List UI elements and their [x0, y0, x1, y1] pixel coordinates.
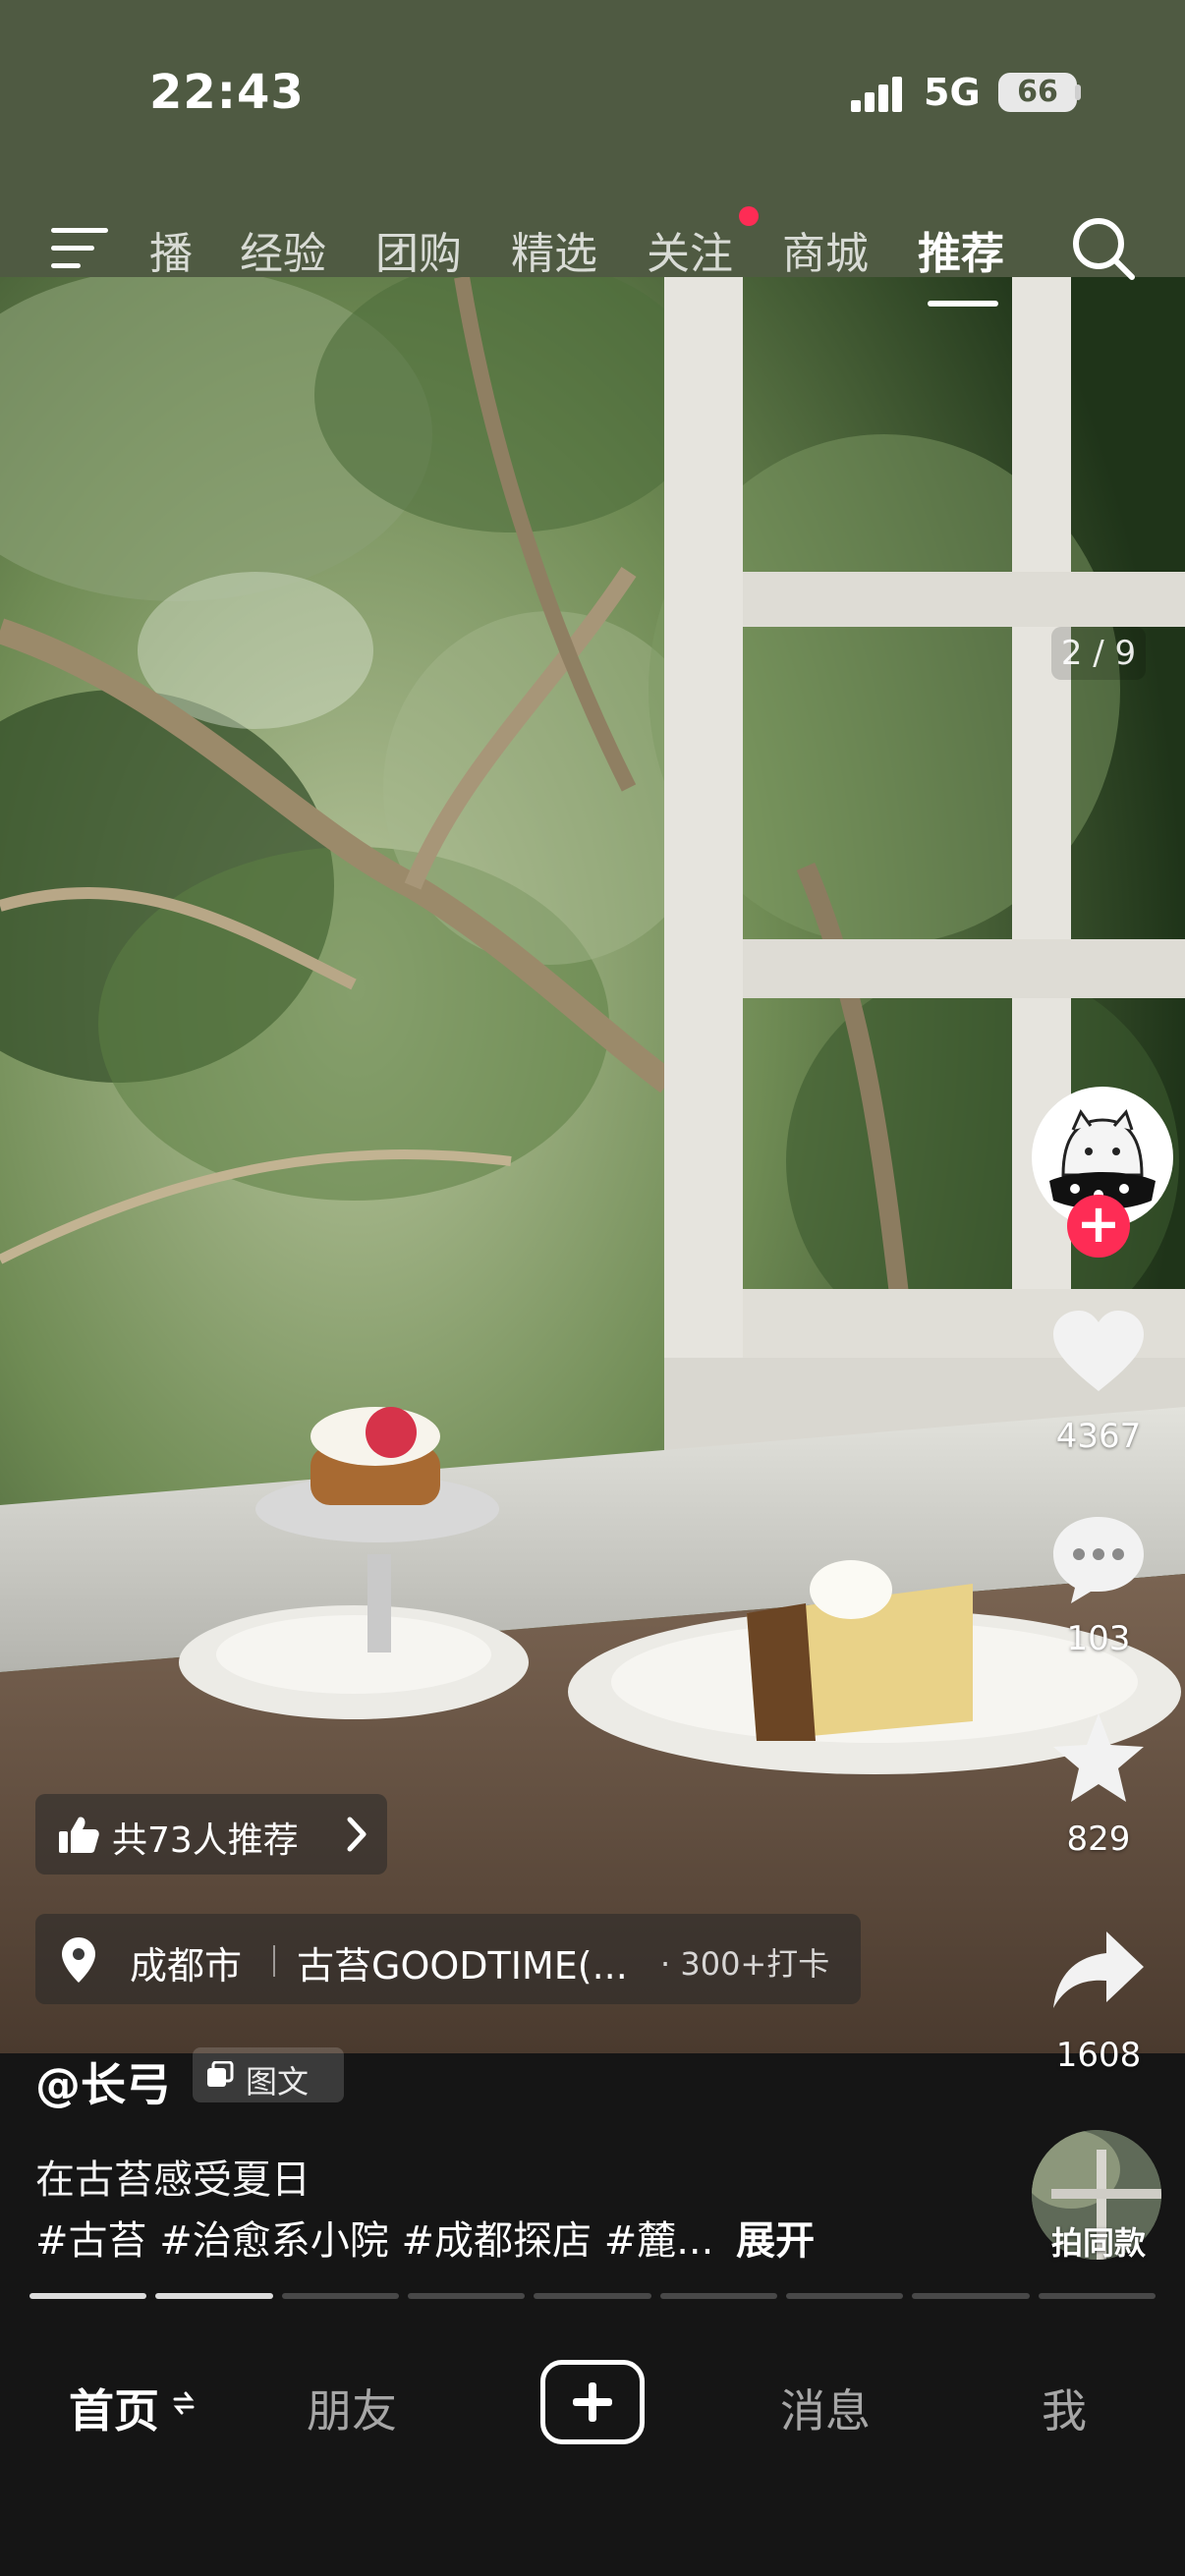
- post-type-label: 图文: [246, 2063, 310, 2100]
- like-count: 4367: [1055, 1417, 1142, 1456]
- signal-icon: [851, 77, 902, 112]
- app-screen: 22:43 5G 66 2 / 9 播 经验 团购 精选 关注 商城 推荐 + …: [0, 0, 1185, 2576]
- network-type: 5G: [924, 71, 981, 114]
- same-style-label[interactable]: 拍同款: [1010, 2218, 1185, 2264]
- post-photo[interactable]: 2 / 9: [0, 277, 1185, 2053]
- share-arrow-icon[interactable]: [1049, 1922, 1148, 2020]
- nav-home[interactable]: 首页: [69, 2376, 159, 2440]
- tab-group-buy[interactable]: 团购: [375, 218, 462, 281]
- switch-arrows-icon[interactable]: [173, 2389, 195, 2417]
- progress-segment: [534, 2293, 651, 2299]
- progress-segment: [785, 2293, 904, 2299]
- image-progress: [29, 2293, 1156, 2301]
- progress-segment: [155, 2293, 273, 2299]
- progress-segment: [912, 2293, 1030, 2299]
- tab-featured[interactable]: 精选: [511, 218, 597, 281]
- like-heart-icon[interactable]: [1049, 1305, 1148, 1403]
- create-button[interactable]: [540, 2360, 645, 2444]
- location-shop: 古苔GOODTIME(...: [297, 1944, 628, 1988]
- active-tab-indicator: [928, 301, 998, 307]
- image-text-icon: [207, 2061, 234, 2087]
- progress-segment: [1038, 2293, 1156, 2299]
- progress-segment: [407, 2293, 526, 2299]
- post-tags-line: #古苔 #治愈系小院 #成都探店 #麓... 展开: [35, 2209, 815, 2266]
- nav-friends[interactable]: 朋友: [307, 2376, 397, 2440]
- comment-icon[interactable]: [1049, 1509, 1148, 1607]
- search-icon[interactable]: [1069, 214, 1138, 283]
- status-time: 22:43: [149, 65, 305, 120]
- thumbs-up-icon: [59, 1817, 99, 1853]
- location-city: 成都市: [130, 1944, 243, 1988]
- nav-me[interactable]: 我: [1042, 2376, 1087, 2440]
- favorite-star-icon[interactable]: [1049, 1709, 1148, 1808]
- notification-dot: [739, 206, 759, 226]
- share-count: 1608: [1055, 2036, 1142, 2075]
- location-pin-icon: [62, 1937, 95, 1983]
- post-caption: 在古苔感受夏日: [35, 2157, 310, 2203]
- progress-segment: [29, 2293, 147, 2299]
- tab-recommend[interactable]: 推荐: [918, 218, 1004, 281]
- battery-tip: [1075, 84, 1081, 100]
- expand-button[interactable]: 展开: [736, 2218, 815, 2264]
- tab-live[interactable]: 播: [149, 218, 193, 281]
- bottom-nav: 首页 朋友 消息 我: [0, 2330, 1185, 2576]
- tab-experience[interactable]: 经验: [240, 218, 326, 281]
- location-checkins: · 300+打卡: [660, 1945, 830, 1983]
- location-divider: [273, 1945, 275, 1977]
- recommend-pill[interactable]: 共73人推荐: [35, 1794, 387, 1875]
- nav-messages[interactable]: 消息: [780, 2376, 871, 2440]
- post-tags[interactable]: #古苔 #治愈系小院 #成都探店 #麓...: [35, 2218, 713, 2264]
- progress-segment: [659, 2293, 777, 2299]
- author-name[interactable]: @长弓: [35, 2049, 171, 2114]
- follow-button[interactable]: +: [1067, 1195, 1130, 1258]
- recommend-text: 共73人推荐: [112, 1820, 299, 1861]
- battery-icon: 66: [998, 73, 1077, 112]
- comment-count: 103: [1066, 1619, 1131, 1658]
- page-counter: 2 / 9: [1051, 627, 1146, 680]
- photo-image: [0, 277, 1185, 2053]
- menu-icon[interactable]: [51, 226, 112, 271]
- chevron-right-icon: [347, 1817, 367, 1852]
- plus-icon: [573, 2382, 612, 2422]
- tab-following[interactable]: 关注: [647, 218, 733, 281]
- location-pill[interactable]: 成都市 古苔GOODTIME(... · 300+打卡: [35, 1914, 861, 2004]
- tab-mall[interactable]: 商城: [782, 218, 869, 281]
- post-type-badge: 图文: [193, 2047, 344, 2102]
- favorite-count: 829: [1066, 1820, 1131, 1859]
- progress-segment: [281, 2293, 399, 2299]
